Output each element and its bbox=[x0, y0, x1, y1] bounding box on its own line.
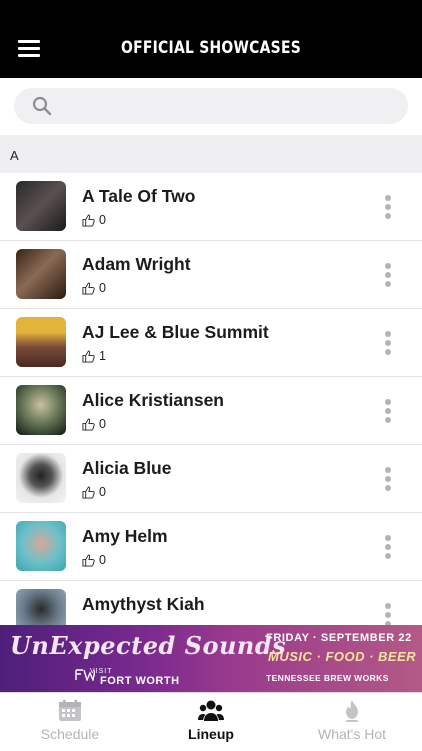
artist-name: Amythyst Kiah bbox=[82, 594, 205, 614]
hamburger-menu-icon[interactable] bbox=[18, 40, 40, 58]
artist-avatar bbox=[16, 317, 66, 367]
calendar-icon bbox=[59, 699, 81, 721]
tab-lineup[interactable]: Lineup bbox=[141, 693, 281, 751]
thumbs-up-icon bbox=[82, 349, 95, 363]
page-title: OFFICIAL SHOWCASES bbox=[120, 38, 302, 58]
artist-row[interactable]: A Tale Of Two 0 bbox=[0, 173, 422, 241]
more-options-icon[interactable] bbox=[382, 535, 394, 561]
artist-avatar bbox=[16, 453, 66, 503]
app-header: OFFICIAL SHOWCASES bbox=[0, 0, 422, 78]
artist-name: Alicia Blue bbox=[82, 458, 172, 478]
banner-sponsor: TENNESSEE BREW WORKS bbox=[266, 673, 389, 683]
like-count[interactable]: 0 bbox=[82, 485, 106, 499]
artist-name: Amy Helm bbox=[82, 526, 168, 546]
section-letter: A bbox=[10, 148, 19, 163]
artist-name: A Tale Of Two bbox=[82, 186, 196, 206]
banner-date: FRIDAY · SEPTEMBER 22 bbox=[266, 632, 412, 644]
more-options-icon[interactable] bbox=[382, 195, 394, 221]
artist-name: Adam Wright bbox=[82, 254, 191, 274]
tab-bar: Schedule Lineup What's Hot bbox=[0, 692, 422, 751]
artist-avatar bbox=[16, 181, 66, 231]
banner-visit: VISIT bbox=[90, 668, 113, 675]
artist-avatar bbox=[16, 521, 66, 571]
artist-row[interactable]: Alicia Blue 0 bbox=[0, 445, 422, 513]
tab-label: What's Hot bbox=[317, 726, 387, 742]
like-count[interactable]: 1 bbox=[82, 349, 106, 363]
flame-icon bbox=[346, 700, 358, 722]
artist-row[interactable]: Alice Kristiansen 0 bbox=[0, 377, 422, 445]
like-count[interactable]: 0 bbox=[82, 281, 106, 295]
like-count[interactable]: 0 bbox=[82, 213, 106, 227]
banner-city: FORT WORTH bbox=[100, 675, 180, 687]
section-header: A bbox=[0, 135, 422, 173]
artist-row[interactable]: AJ Lee & Blue Summit 1 bbox=[0, 309, 422, 377]
artist-list: A Tale Of Two 0 Adam Wright 0 AJ Lee & B… bbox=[0, 173, 422, 649]
thumbs-up-icon bbox=[82, 213, 95, 227]
banner-tagline: MUSIC · FOOD · BEER bbox=[268, 649, 417, 664]
search-icon bbox=[32, 96, 52, 116]
thumbs-up-icon bbox=[82, 485, 95, 499]
like-count[interactable]: 0 bbox=[82, 417, 106, 431]
sponsor-banner[interactable]: UnExpected Sounds VISIT FORT WORTH FRIDA… bbox=[0, 625, 422, 692]
artist-avatar bbox=[16, 249, 66, 299]
banner-title: UnExpected Sounds bbox=[10, 631, 287, 660]
artist-name: AJ Lee & Blue Summit bbox=[82, 322, 269, 342]
thumbs-up-icon bbox=[82, 553, 95, 567]
tab-label: Lineup bbox=[188, 726, 234, 742]
artist-name: Alice Kristiansen bbox=[82, 390, 224, 410]
artist-row[interactable]: Amy Helm 0 bbox=[0, 513, 422, 581]
thumbs-up-icon bbox=[82, 417, 95, 431]
search-input[interactable] bbox=[64, 94, 398, 120]
tab-schedule[interactable]: Schedule bbox=[0, 693, 140, 751]
artist-row[interactable]: Adam Wright 0 bbox=[0, 241, 422, 309]
tab-label: Schedule bbox=[40, 726, 100, 742]
more-options-icon[interactable] bbox=[382, 399, 394, 425]
artist-avatar bbox=[16, 385, 66, 435]
search-bar[interactable] bbox=[14, 88, 408, 124]
more-options-icon[interactable] bbox=[382, 331, 394, 357]
tab-whats-hot[interactable]: What's Hot bbox=[282, 693, 422, 751]
people-icon bbox=[198, 700, 224, 721]
more-options-icon[interactable] bbox=[382, 263, 394, 289]
thumbs-up-icon bbox=[82, 281, 95, 295]
like-count[interactable]: 0 bbox=[82, 553, 106, 567]
more-options-icon[interactable] bbox=[382, 467, 394, 493]
